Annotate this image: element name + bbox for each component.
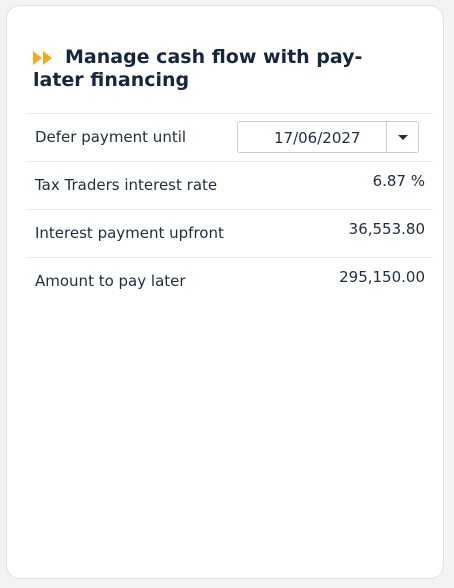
fast-forward-icon [33, 51, 52, 65]
defer-payment-row: Defer payment until 17/06/2027 [27, 113, 433, 161]
defer-payment-label: Defer payment until [35, 128, 187, 146]
amount-later-row: Amount to pay later 295,150.00 [27, 257, 433, 305]
interest-upfront-label: Interest payment upfront [35, 224, 224, 242]
card-header: Manage cash flow with pay-later financin… [33, 46, 413, 92]
amount-later-value: 295,150.00 [339, 268, 425, 286]
interest-upfront-value: 36,553.80 [348, 220, 425, 238]
financing-card: Manage cash flow with pay-later financin… [6, 5, 444, 579]
interest-upfront-row: Interest payment upfront 36,553.80 [27, 209, 433, 257]
interest-rate-label: Tax Traders interest rate [35, 176, 218, 194]
defer-date-value[interactable]: 17/06/2027 [274, 129, 360, 147]
financing-details: Defer payment until 17/06/2027 Tax Trade… [27, 113, 433, 305]
select-divider [386, 122, 387, 152]
chevron-down-icon[interactable] [398, 135, 408, 140]
amount-later-label: Amount to pay later [35, 272, 186, 290]
interest-rate-value: 6.87 % [372, 172, 425, 190]
interest-rate-row: Tax Traders interest rate 6.87 % [27, 161, 433, 209]
card-title: Manage cash flow with pay-later financin… [33, 46, 363, 91]
defer-date-select[interactable]: 17/06/2027 [237, 121, 419, 153]
